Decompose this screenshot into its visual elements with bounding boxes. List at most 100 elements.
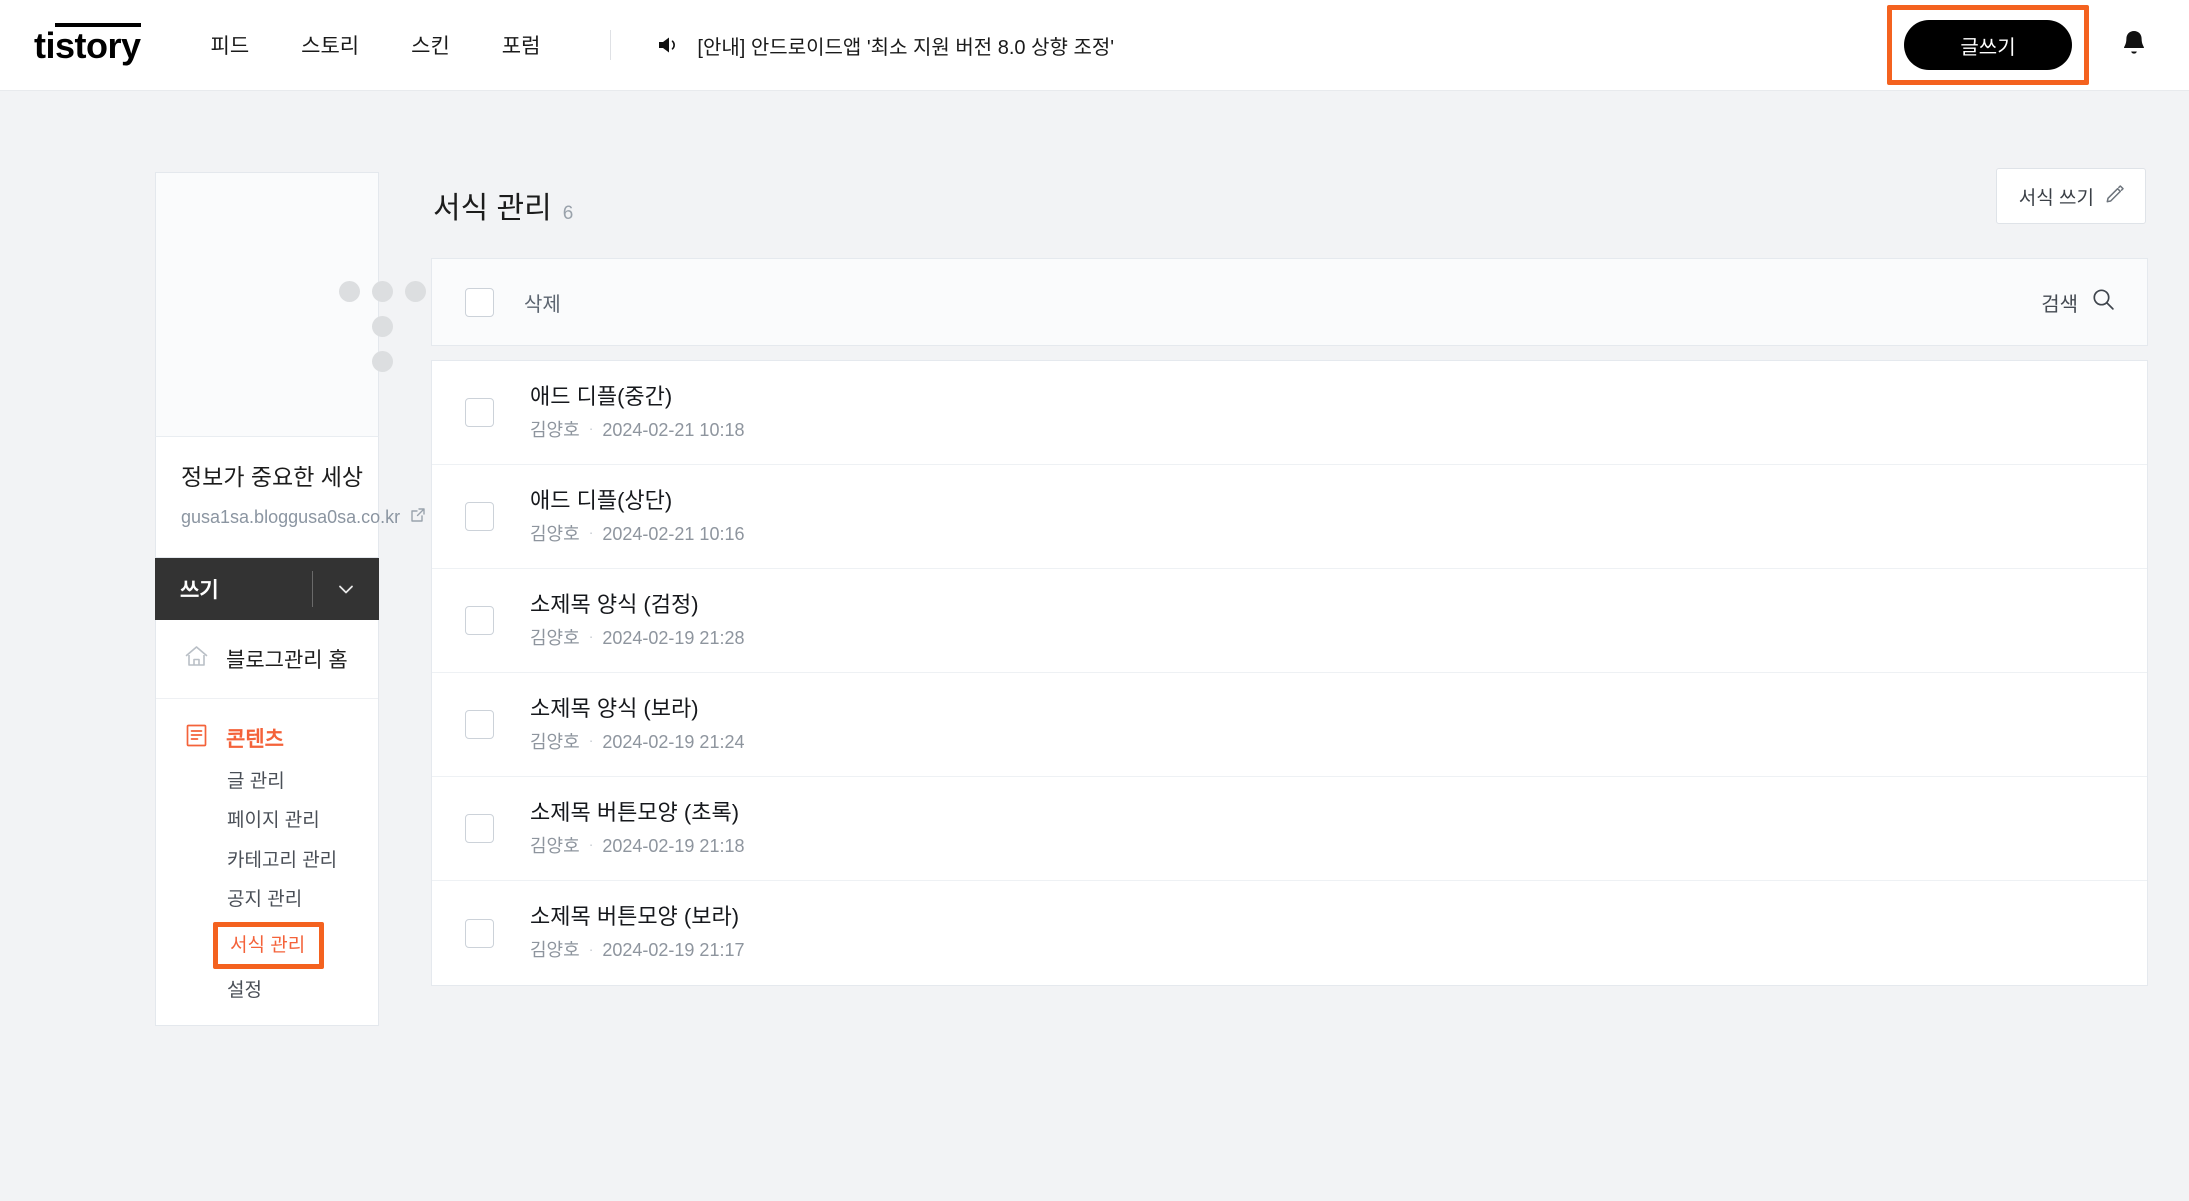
sidebar-item-page-manage[interactable]: 페이지 관리 bbox=[227, 801, 378, 841]
row-checkbox[interactable] bbox=[465, 919, 494, 948]
row-title: 소제목 버튼모양 (초록) bbox=[530, 800, 744, 826]
sidebar-item-post-manage[interactable]: 글 관리 bbox=[227, 762, 378, 802]
nav-item-skin[interactable]: 스킨 bbox=[411, 30, 450, 60]
row-meta: 김양호 · 2024-02-19 21:24 bbox=[530, 732, 744, 754]
row-author: 김양호 bbox=[530, 420, 580, 442]
sidebar: 정보가 중요한 세상 gusa1sa.bloggusa0sa.co.kr 쓰기 bbox=[0, 91, 379, 1201]
speaker-icon bbox=[655, 32, 681, 58]
table-row[interactable]: 소제목 양식 (보라) 김양호 · 2024-02-19 21:24 bbox=[432, 673, 2147, 777]
table-row[interactable]: 소제목 양식 (검정) 김양호 · 2024-02-19 21:28 bbox=[432, 569, 2147, 673]
tistory-logo[interactable]: tistory bbox=[34, 23, 141, 64]
row-author: 김양호 bbox=[530, 836, 580, 858]
sidebar-submenu: 글 관리 페이지 관리 카테고리 관리 공지 관리 서식 관리 설정 bbox=[183, 762, 378, 1011]
header-divider bbox=[610, 30, 611, 60]
row-date: 2024-02-19 21:17 bbox=[602, 940, 744, 962]
row-content: 애드 디플(상단) 김양호 · 2024-02-21 10:16 bbox=[530, 488, 744, 546]
row-title: 애드 디플(중간) bbox=[530, 384, 744, 410]
search-label: 검색 bbox=[2041, 288, 2078, 317]
sidebar-nav: 블로그관리 홈 콘텐츠 글 관리 페이지 관리 카테고리 관리 bbox=[155, 620, 379, 1026]
main-header: 서식 관리 6 서식 쓰기 bbox=[431, 168, 2148, 224]
row-title: 애드 디플(상단) bbox=[530, 488, 744, 514]
sidebar-item-blog-home[interactable]: 블로그관리 홈 bbox=[156, 620, 378, 699]
select-all-checkbox[interactable] bbox=[465, 288, 494, 317]
write-format-label: 서식 쓰기 bbox=[2019, 183, 2094, 210]
page-body: 정보가 중요한 세상 gusa1sa.bloggusa0sa.co.kr 쓰기 bbox=[0, 91, 2189, 1201]
row-content: 소제목 양식 (검정) 김양호 · 2024-02-19 21:28 bbox=[530, 592, 744, 650]
announcement-banner[interactable]: [안내] 안드로이드앱 '최소 지원 버전 8.0 상향 조정' bbox=[655, 31, 1114, 60]
announcement-text: [안내] 안드로이드앱 '최소 지원 버전 8.0 상향 조정' bbox=[697, 31, 1114, 60]
row-meta: 김양호 · 2024-02-21 10:16 bbox=[530, 524, 744, 546]
row-separator: · bbox=[589, 524, 594, 541]
row-date: 2024-02-21 10:18 bbox=[602, 420, 744, 442]
row-title: 소제목 버튼모양 (보라) bbox=[530, 904, 744, 930]
blog-url-text: gusa1sa.bloggusa0sa.co.kr bbox=[181, 507, 400, 528]
sidebar-write-label: 쓰기 bbox=[180, 574, 219, 604]
row-meta: 김양호 · 2024-02-19 21:17 bbox=[530, 940, 744, 962]
table-row[interactable]: 애드 디플(상단) 김양호 · 2024-02-21 10:16 bbox=[432, 465, 2147, 569]
list-toolbar: 삭제 검색 bbox=[431, 258, 2148, 346]
content-document-icon bbox=[183, 722, 210, 754]
write-bar-separator bbox=[312, 571, 313, 607]
row-author: 김양호 bbox=[530, 524, 580, 546]
row-meta: 김양호 · 2024-02-21 10:18 bbox=[530, 420, 744, 442]
delete-button[interactable]: 삭제 bbox=[524, 288, 561, 317]
page-title: 서식 관리 bbox=[433, 194, 552, 224]
row-checkbox[interactable] bbox=[465, 814, 494, 843]
sidebar-section-contents-label: 콘텐츠 bbox=[226, 723, 284, 753]
blog-name: 정보가 중요한 세상 bbox=[181, 464, 378, 492]
nav-item-forum[interactable]: 포럼 bbox=[502, 30, 541, 60]
row-date: 2024-02-19 21:18 bbox=[602, 836, 744, 858]
row-separator: · bbox=[589, 628, 594, 645]
row-date: 2024-02-19 21:24 bbox=[602, 732, 744, 754]
sidebar-section-contents-header[interactable]: 콘텐츠 bbox=[183, 722, 378, 754]
row-separator: · bbox=[589, 836, 594, 853]
sidebar-item-notice-manage[interactable]: 공지 관리 bbox=[227, 880, 378, 920]
bell-icon bbox=[2119, 28, 2149, 63]
search-button[interactable]: 검색 bbox=[2041, 286, 2117, 319]
write-button-highlight: 글쓰기 bbox=[1887, 5, 2089, 85]
row-checkbox[interactable] bbox=[465, 710, 494, 739]
logo-part-story: story bbox=[55, 23, 141, 64]
main-content: 서식 관리 6 서식 쓰기 삭제 검색 bbox=[379, 91, 2189, 1201]
row-content: 소제목 양식 (보라) 김양호 · 2024-02-19 21:24 bbox=[530, 696, 744, 754]
table-row[interactable]: 소제목 버튼모양 (보라) 김양호 · 2024-02-19 21:17 bbox=[432, 881, 2147, 985]
chevron-down-icon bbox=[333, 576, 359, 602]
blog-url[interactable]: gusa1sa.bloggusa0sa.co.kr bbox=[181, 506, 378, 529]
write-post-button[interactable]: 글쓰기 bbox=[1904, 20, 2072, 70]
notifications-button[interactable] bbox=[2115, 24, 2153, 67]
row-author: 김양호 bbox=[530, 940, 580, 962]
row-author: 김양호 bbox=[530, 732, 580, 754]
table-row[interactable]: 소제목 버튼모양 (초록) 김양호 · 2024-02-19 21:18 bbox=[432, 777, 2147, 881]
header-actions: 글쓰기 bbox=[1887, 5, 2153, 85]
row-content: 애드 디플(중간) 김양호 · 2024-02-21 10:18 bbox=[530, 384, 744, 442]
row-meta: 김양호 · 2024-02-19 21:28 bbox=[530, 628, 744, 650]
sidebar-item-blog-home-label: 블로그관리 홈 bbox=[226, 644, 348, 674]
row-separator: · bbox=[589, 420, 594, 437]
write-format-button[interactable]: 서식 쓰기 bbox=[1996, 168, 2146, 224]
nav-item-story[interactable]: 스토리 bbox=[301, 30, 359, 60]
page-item-count: 6 bbox=[563, 204, 574, 223]
row-title: 소제목 양식 (보라) bbox=[530, 696, 744, 722]
sidebar-item-format-manage[interactable]: 서식 관리 bbox=[213, 922, 324, 970]
sidebar-write-dropdown[interactable]: 쓰기 bbox=[155, 558, 379, 620]
table-row[interactable]: 애드 디플(중간) 김양호 · 2024-02-21 10:18 bbox=[432, 361, 2147, 465]
row-date: 2024-02-21 10:16 bbox=[602, 524, 744, 546]
primary-nav: 피드 스토리 스킨 포럼 bbox=[211, 30, 541, 60]
row-content: 소제목 버튼모양 (보라) 김양호 · 2024-02-19 21:17 bbox=[530, 904, 744, 962]
blog-info-card: 정보가 중요한 세상 gusa1sa.bloggusa0sa.co.kr bbox=[155, 437, 379, 558]
row-separator: · bbox=[589, 941, 594, 958]
row-author: 김양호 bbox=[530, 628, 580, 650]
sidebar-item-category-manage[interactable]: 카테고리 관리 bbox=[227, 841, 378, 881]
row-checkbox[interactable] bbox=[465, 398, 494, 427]
sidebar-section-contents: 콘텐츠 글 관리 페이지 관리 카테고리 관리 공지 관리 서식 관리 설정 bbox=[156, 699, 378, 1011]
avatar bbox=[155, 172, 379, 437]
row-title: 소제목 양식 (검정) bbox=[530, 592, 744, 618]
row-content: 소제목 버튼모양 (초록) 김양호 · 2024-02-19 21:18 bbox=[530, 800, 744, 858]
pencil-icon bbox=[2104, 182, 2126, 210]
row-separator: · bbox=[589, 732, 594, 749]
row-checkbox[interactable] bbox=[465, 606, 494, 635]
row-checkbox[interactable] bbox=[465, 502, 494, 531]
row-meta: 김양호 · 2024-02-19 21:18 bbox=[530, 836, 744, 858]
nav-item-feed[interactable]: 피드 bbox=[211, 30, 250, 60]
sidebar-item-settings[interactable]: 설정 bbox=[227, 971, 378, 1011]
